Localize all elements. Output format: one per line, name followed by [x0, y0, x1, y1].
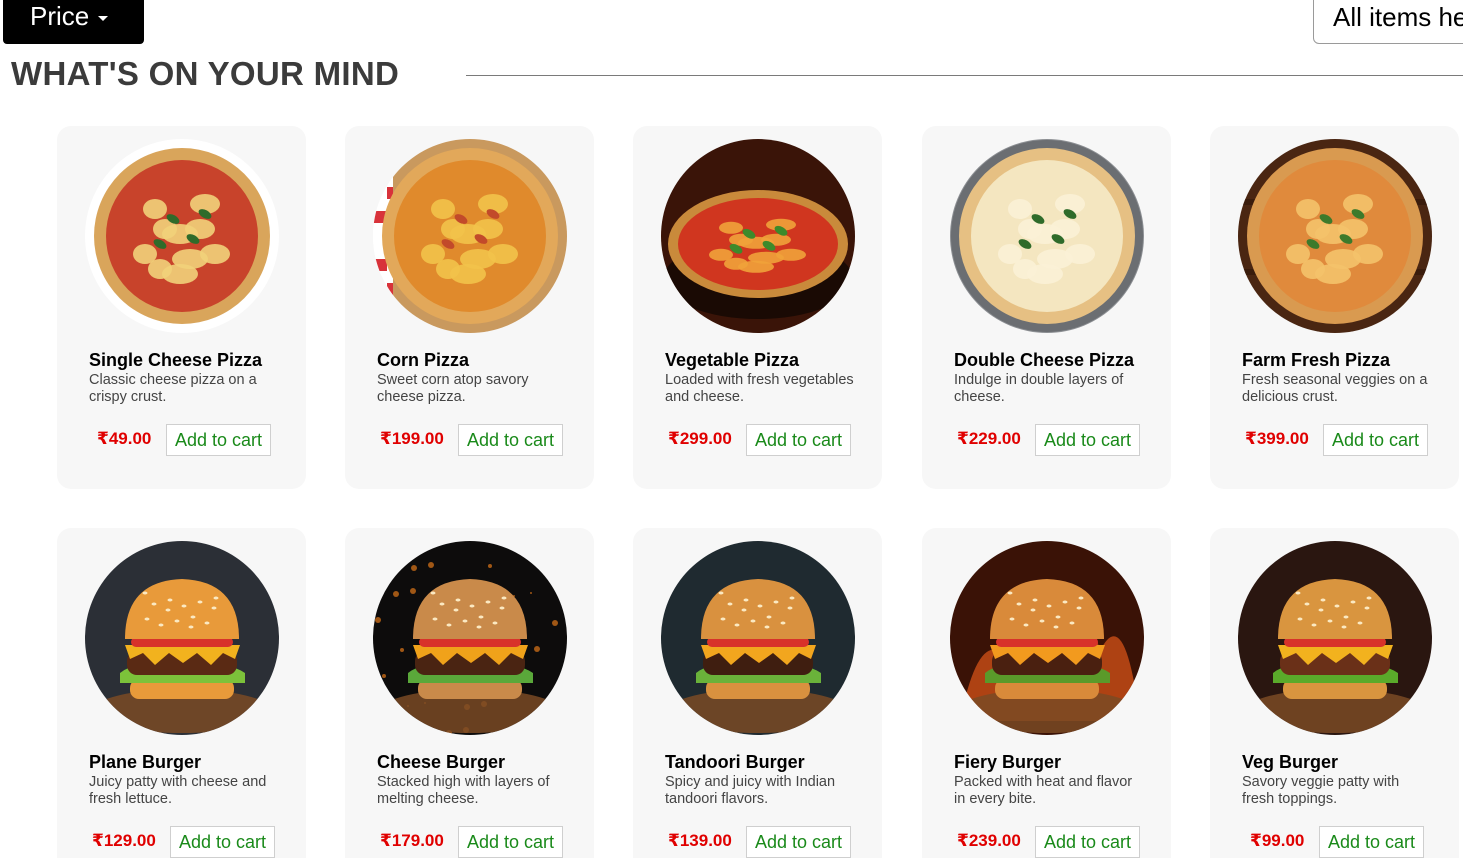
item-name: Plane Burger [89, 752, 202, 772]
menu-card: Veg Burger Savory veggie patty with fresh… [1210, 528, 1459, 858]
item-price: ₹99.00 [1250, 831, 1305, 850]
pizza-image [950, 139, 1144, 333]
item-price: ₹399.00 [1245, 429, 1309, 448]
burger-image [373, 541, 567, 735]
item-price: ₹229.00 [957, 429, 1021, 448]
add-to-cart-button[interactable]: Add to cart [458, 826, 564, 858]
menu-card: Farm Fresh Pizza Fresh seasonal veggies o… [1210, 126, 1459, 489]
menu-card: Tandoori Burger Spicy and juicy with Indi… [633, 528, 882, 858]
item-price: ₹179.00 [380, 831, 444, 850]
section-divider [466, 75, 1463, 76]
price-filter-label: Price [30, 1, 90, 31]
add-to-cart-button[interactable]: Add to cart [746, 424, 852, 456]
menu-card: Cheese Burger Stacked high with layers of… [345, 528, 594, 858]
add-to-cart-button[interactable]: Add to cart [458, 424, 564, 456]
item-description: Juicy patty with cheese and fresh lettuc… [89, 774, 267, 807]
add-to-cart-button[interactable]: Add to cart [1035, 424, 1141, 456]
add-to-cart-button[interactable]: Add to cart [170, 826, 276, 858]
item-price: ₹299.00 [668, 429, 732, 448]
item-description: Stacked high with layers of melting chee… [377, 774, 550, 807]
add-to-cart-button[interactable]: Add to cart [1319, 826, 1425, 858]
item-description: Loaded with fresh vegetables and cheese. [665, 372, 854, 405]
add-to-cart-button[interactable]: Add to cart [746, 826, 852, 858]
item-price: ₹129.00 [92, 831, 156, 850]
menu-card: Vegetable Pizza Loaded with fresh vegetab… [633, 126, 882, 489]
item-price: ₹239.00 [957, 831, 1021, 850]
section-title: WHAT'S ON YOUR MIND [11, 55, 400, 92]
item-price: ₹199.00 [380, 429, 444, 448]
item-name: Farm Fresh Pizza [1242, 350, 1391, 370]
pizza-image [661, 139, 855, 333]
pizza-image [1238, 139, 1432, 333]
add-to-cart-button[interactable]: Add to cart [1323, 424, 1429, 456]
item-name: Single Cheese Pizza [89, 350, 263, 370]
price-filter-button[interactable]: Price [3, 0, 144, 44]
item-name: Corn Pizza [377, 350, 470, 370]
caret-down-icon [98, 16, 109, 21]
item-description: Fresh seasonal veggies on a delicious cr… [1242, 372, 1428, 405]
burger-image [85, 541, 279, 735]
menu-page: Price All items he WHAT'S ON YOUR MIND S… [0, 0, 1463, 858]
item-price: ₹139.00 [668, 831, 732, 850]
item-name: Vegetable Pizza [665, 350, 800, 370]
item-price: ₹49.00 [97, 429, 152, 448]
menu-card: Single Cheese Pizza Classic cheese pizza … [57, 126, 306, 489]
burger-image [950, 541, 1144, 735]
item-name: Veg Burger [1242, 752, 1339, 772]
item-description: Indulge in double layers of cheese. [954, 372, 1124, 405]
item-description: Spicy and juicy with Indian tandoori fla… [665, 774, 836, 807]
menu-card: Corn Pizza Sweet corn atop savory cheese … [345, 126, 594, 489]
add-to-cart-button[interactable]: Add to cart [1035, 826, 1141, 858]
menu-card: Double Cheese Pizza Indulge in double lay… [922, 126, 1171, 489]
item-name: Tandoori Burger [665, 752, 805, 772]
item-description: Packed with heat and flavor in every bit… [954, 774, 1133, 807]
item-name: Fiery Burger [954, 752, 1062, 772]
menu-card: Fiery Burger Packed with heat and flavor … [922, 528, 1171, 858]
all-items-search-input[interactable]: All items he [1313, 0, 1463, 44]
menu-card: Plane Burger Juicy patty with cheese and … [57, 528, 306, 858]
pizza-image [373, 139, 567, 333]
item-description: Sweet corn atop savory cheese pizza. [377, 372, 529, 405]
pizza-image [85, 139, 279, 333]
item-name: Double Cheese Pizza [954, 350, 1135, 370]
burger-image [1238, 541, 1432, 735]
item-description: Savory veggie patty with fresh toppings. [1242, 774, 1400, 807]
burger-image [661, 541, 855, 735]
add-to-cart-button[interactable]: Add to cart [166, 424, 272, 456]
item-description: Classic cheese pizza on a crispy crust. [89, 372, 257, 405]
item-name: Cheese Burger [377, 752, 506, 772]
